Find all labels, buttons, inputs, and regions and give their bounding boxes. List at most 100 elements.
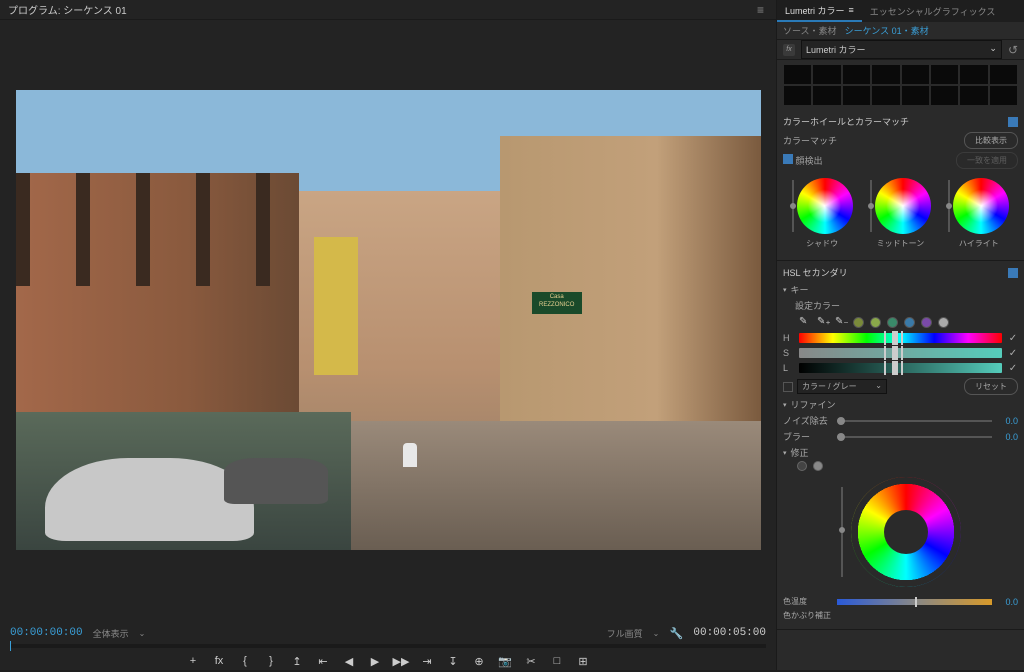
eyedropper-icon[interactable]: ✎ <box>799 316 811 328</box>
eyedropper-add-icon[interactable]: ✎₊ <box>817 316 829 328</box>
chevron-down-icon: ⌄ <box>139 629 146 638</box>
correction-color-wheel[interactable] <box>851 477 961 587</box>
comparison-view-button[interactable]: 比較表示 <box>964 132 1018 149</box>
face-detect-label: 顔検出 <box>796 156 823 166</box>
program-controls: 00:00:00:00 全体表示 ⌄ フル画質 ⌄ 🔧 00:00:05:00 … <box>0 620 776 670</box>
transport-controls: + fx { } ↥ ⇤ ◀ ▶ ▶▶ ⇥ ↧ ⊕ 📷 ✂ □ ⊞ <box>10 650 766 672</box>
midtone-luma-slider[interactable] <box>870 180 872 232</box>
face-detect-checkbox[interactable] <box>783 154 793 164</box>
lum-label: L <box>783 363 793 373</box>
section-title: カラーホイールとカラーマッチ <box>783 115 909 128</box>
scene-person <box>403 443 417 467</box>
mode-wheel-button[interactable] <box>797 461 807 471</box>
hue-label: H <box>783 333 793 343</box>
fx-button[interactable]: fx <box>212 654 226 668</box>
step-back-button[interactable]: ◀ <box>342 654 356 668</box>
go-to-in-button[interactable]: ⇤ <box>316 654 330 668</box>
wrench-icon[interactable]: 🔧 <box>669 626 683 640</box>
shadow-wheel[interactable] <box>797 178 853 234</box>
midtone-wheel[interactable] <box>875 178 931 234</box>
blur-label: ブラー <box>783 430 831 443</box>
set-color-label: 設定カラー <box>795 299 840 312</box>
color-wheels-section: カラーホイールとカラーマッチ カラーマッチ 比較表示 顔検出 一致を適用 シャド… <box>777 110 1024 261</box>
temperature-slider[interactable] <box>837 599 992 605</box>
quality-dropdown[interactable]: フル画質 <box>607 627 643 640</box>
mark-in-button[interactable]: { <box>238 654 252 668</box>
correction-disclosure[interactable]: ▾修正 <box>783 446 1018 459</box>
safe-margins-button[interactable]: □ <box>550 654 564 668</box>
preset-swatch[interactable] <box>887 317 898 328</box>
hue-range-slider[interactable] <box>799 333 1002 343</box>
blur-value[interactable]: 0.0 <box>998 432 1018 442</box>
eyedropper-swatches: ✎ ✎₊ ✎₋ <box>799 316 1018 328</box>
go-to-out-button[interactable]: ⇥ <box>420 654 434 668</box>
midtone-label: ミッドトーン <box>877 238 925 249</box>
timecode-current[interactable]: 00:00:00:00 <box>10 627 83 639</box>
comparison-view-button[interactable]: ⊞ <box>576 654 590 668</box>
highlight-wheel[interactable] <box>953 178 1009 234</box>
add-marker-button[interactable]: + <box>186 654 200 668</box>
section-enable-checkbox[interactable] <box>1008 117 1018 127</box>
three-way-wheels: シャドウ ミッドトーン ハイライト <box>783 172 1018 255</box>
mode-sliders-button[interactable] <box>813 461 823 471</box>
scene-building-yellow <box>314 237 359 375</box>
scene-walkway <box>299 421 761 550</box>
chevron-down-icon: ⌄ <box>989 43 997 56</box>
section-enable-checkbox[interactable] <box>1008 268 1018 278</box>
play-button[interactable]: ▶ <box>368 654 382 668</box>
camera-icon[interactable]: 📷 <box>498 654 512 668</box>
zoom-dropdown[interactable]: 全体表示 <box>93 627 129 640</box>
lift-button[interactable]: ↧ <box>446 654 460 668</box>
key-disclosure[interactable]: ▾キー <box>783 283 1018 296</box>
effect-dropdown[interactable]: Lumetri カラー⌄ <box>801 40 1002 59</box>
lumetri-panel: Lumetri カラー≡ エッセンシャルグラフィックス ソース・素材 シーケンス… <box>776 0 1024 670</box>
program-viewer: Casa REZZONICO <box>0 20 776 620</box>
preset-swatch[interactable] <box>853 317 864 328</box>
lum-range-slider[interactable] <box>799 363 1002 373</box>
tab-lumetri-color[interactable]: Lumetri カラー≡ <box>777 0 862 22</box>
program-title: プログラム: シーケンス 01 <box>8 2 127 17</box>
highlight-luma-slider[interactable] <box>948 180 950 232</box>
hue-enable-check[interactable]: ✓ <box>1008 333 1018 343</box>
reset-button[interactable]: リセット <box>964 378 1018 395</box>
mini-timeline[interactable] <box>10 644 766 648</box>
preset-swatch[interactable] <box>938 317 949 328</box>
blur-slider[interactable] <box>837 436 992 438</box>
extract-button[interactable]: ⊕ <box>472 654 486 668</box>
denoise-slider[interactable] <box>837 420 992 422</box>
sub-tab-source[interactable]: ソース・素材 <box>783 24 837 37</box>
fx-badge-icon[interactable]: fx <box>783 44 795 56</box>
sat-range-slider[interactable] <box>799 348 1002 358</box>
preset-swatch[interactable] <box>904 317 915 328</box>
crop-button[interactable]: ✂ <box>524 654 538 668</box>
sat-enable-check[interactable]: ✓ <box>1008 348 1018 358</box>
temperature-value[interactable]: 0.0 <box>998 597 1018 607</box>
mask-view-checkbox[interactable] <box>783 382 793 392</box>
effect-header: fx Lumetri カラー⌄ ↺ <box>777 40 1024 60</box>
eyedropper-sub-icon[interactable]: ✎₋ <box>835 316 847 328</box>
reset-effect-button[interactable]: ↺ <box>1008 43 1018 57</box>
correction-luma-slider[interactable] <box>841 487 843 577</box>
lum-enable-check[interactable]: ✓ <box>1008 363 1018 373</box>
denoise-value[interactable]: 0.0 <box>998 416 1018 426</box>
mask-mode-dropdown[interactable]: カラー / グレー⌄ <box>797 379 887 394</box>
color-match-label: カラーマッチ <box>783 134 837 147</box>
refine-disclosure[interactable]: ▾リファイン <box>783 398 1018 411</box>
sub-tab-sequence[interactable]: シーケンス 01・素材 <box>845 24 929 37</box>
mark-out-button[interactable]: } <box>264 654 278 668</box>
export-frame-button[interactable]: ↥ <box>290 654 304 668</box>
panel-menu-icon[interactable]: ≡ <box>849 5 854 15</box>
sat-label: S <box>783 348 793 358</box>
panel-menu-icon[interactable]: ≡ <box>753 3 768 17</box>
playhead-icon[interactable] <box>10 641 11 651</box>
preset-swatch[interactable] <box>870 317 881 328</box>
highlight-label: ハイライト <box>959 238 999 249</box>
preset-swatch[interactable] <box>921 317 932 328</box>
apply-match-button[interactable]: 一致を適用 <box>956 152 1018 169</box>
tab-essential-graphics[interactable]: エッセンシャルグラフィックス <box>862 0 1004 22</box>
chevron-down-icon: ⌄ <box>653 629 660 638</box>
hsl-secondary-section: HSL セカンダリ ▾キー 設定カラー ✎ ✎₊ ✎₋ H ✓ S ✓ <box>777 261 1024 630</box>
source-sequence-tabs: ソース・素材 シーケンス 01・素材 <box>777 22 1024 40</box>
shadow-luma-slider[interactable] <box>792 180 794 232</box>
step-forward-button[interactable]: ▶▶ <box>394 654 408 668</box>
